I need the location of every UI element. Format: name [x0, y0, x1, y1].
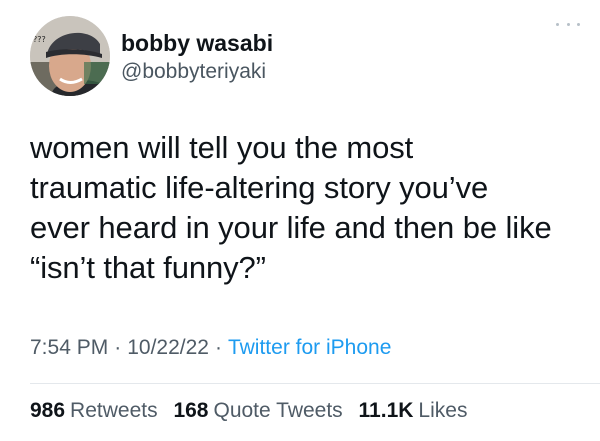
retweets-count: 986: [30, 399, 66, 422]
meta-separator: ·: [114, 336, 122, 359]
meta-separator: ·: [214, 336, 222, 359]
likes-count: 11.1K: [358, 399, 414, 422]
tweet-date[interactable]: 10/22/22: [127, 336, 209, 359]
avatar[interactable]: ???: [30, 16, 110, 96]
quote-tweets-label: Quote Tweets: [213, 399, 343, 422]
tweet-text-line: “isn’t that funny?”: [30, 250, 266, 285]
more-dot: [556, 22, 559, 26]
display-name[interactable]: bobby wasabi: [121, 30, 273, 56]
tweet-text: women will tell you the most traumatic l…: [30, 128, 590, 288]
more-dot: [566, 22, 570, 26]
user-handle[interactable]: @bobbyteriyaki: [121, 60, 273, 84]
avatar-photo: [30, 16, 110, 96]
quote-tweets-stat[interactable]: 168 Quote Tweets: [173, 397, 342, 425]
tweet-text-line: traumatic life-altering story you’ve: [30, 170, 489, 205]
tweet-text-line: women will tell you the most: [30, 130, 414, 165]
likes-label: Likes: [418, 399, 468, 422]
tweet-header: ??? bobby wasabi @bobbyteriyaki: [30, 16, 580, 96]
tweet-time[interactable]: 7:54 PM: [30, 336, 108, 359]
author-names: bobby wasabi @bobbyteriyaki: [121, 30, 273, 84]
retweets-label: Retweets: [70, 399, 158, 422]
tweet-source-link[interactable]: Twitter for iPhone: [228, 336, 391, 359]
likes-stat[interactable]: 11.1K Likes: [359, 397, 468, 425]
retweets-stat[interactable]: 986 Retweets: [30, 397, 158, 425]
tweet-meta: 7:54 PM · 10/22/22 · Twitter for iPhone: [30, 334, 391, 362]
quote-tweets-count: 168: [173, 399, 209, 422]
tweet-card: ??? bobby wasabi @bobbyteriyaki women wi…: [0, 0, 600, 441]
divider: [30, 383, 600, 384]
tweet-text-line: ever heard in your life and then be like: [30, 210, 552, 245]
avatar-overlay-text: ???: [33, 35, 46, 44]
tweet-stats: 986 Retweets 168 Quote Tweets 11.1K Likes: [30, 397, 477, 425]
more-horizontal-icon[interactable]: [556, 16, 580, 32]
more-dot: [577, 22, 580, 26]
